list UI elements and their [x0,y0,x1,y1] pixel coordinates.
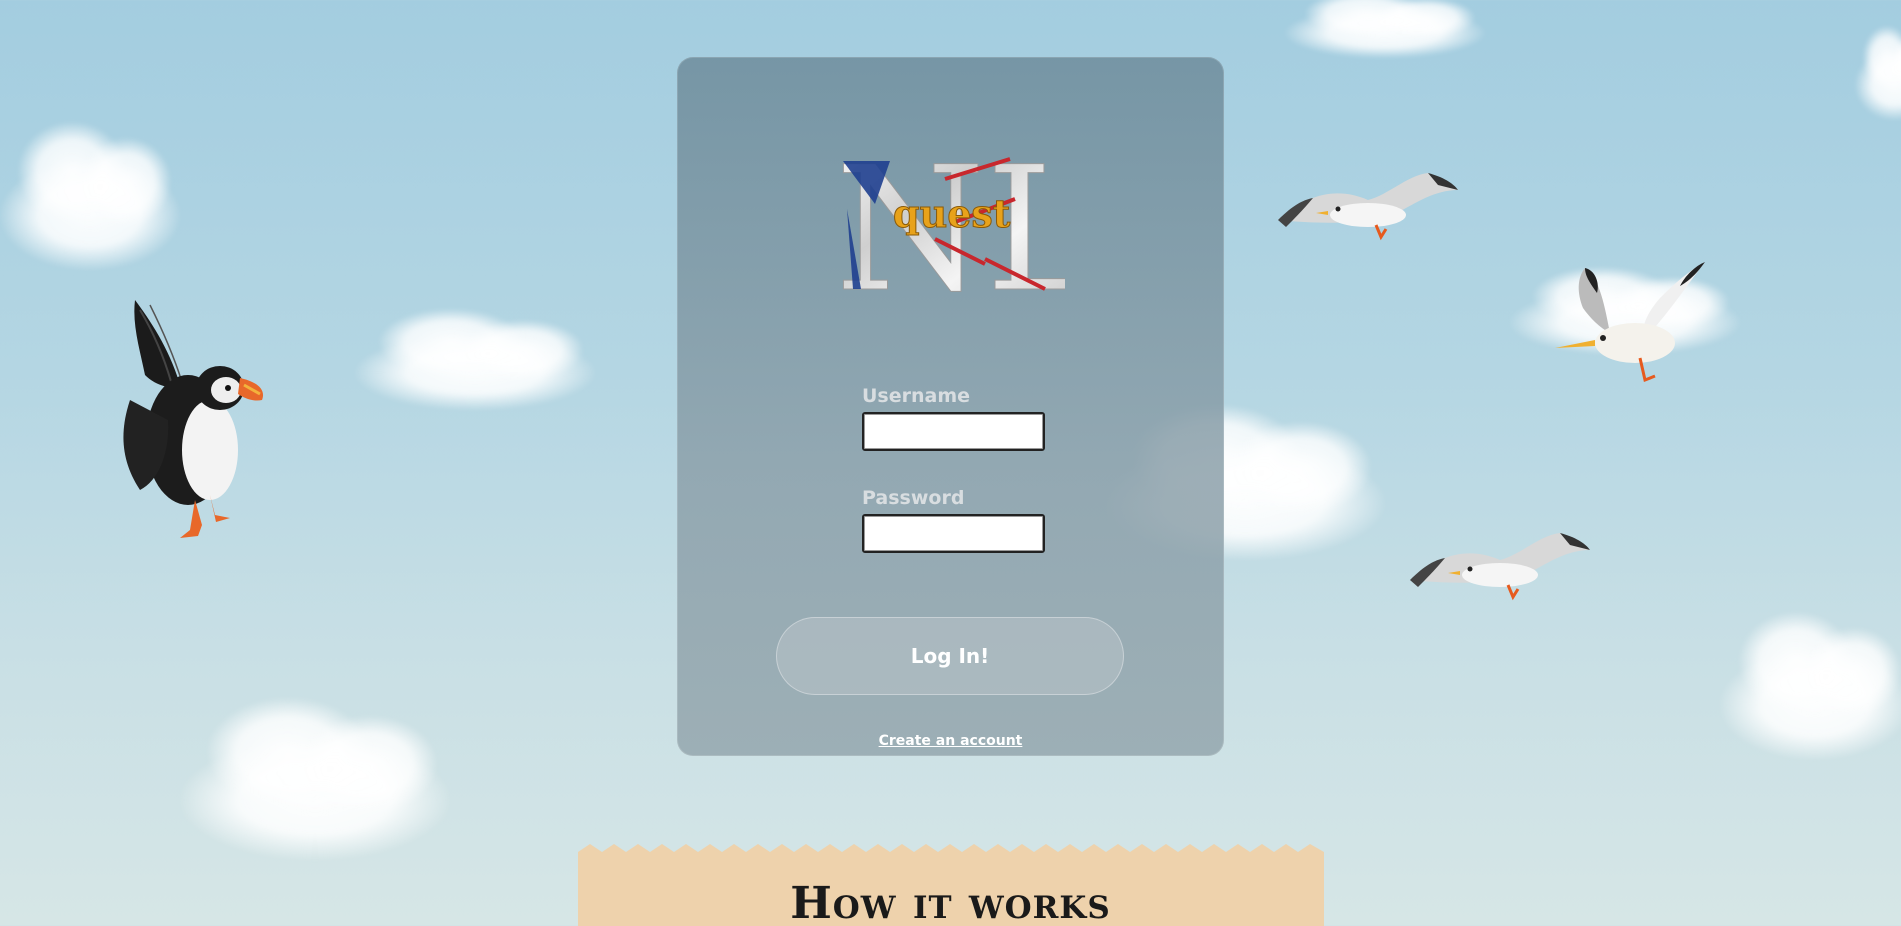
cloud-icon [0,121,180,270]
username-label: Username [862,385,971,407]
how-it-works-title: How it works [790,878,1111,926]
svg-text:quest: quest [893,191,1011,236]
login-card: NL quest Username Password Log In! Creat… [677,57,1224,756]
puffin-icon [123,300,264,538]
login-button[interactable]: Log In! [776,617,1124,695]
cloud-icon [1855,25,1901,120]
cloud-icon [355,308,595,410]
password-field[interactable] [862,514,1045,553]
cloud-icon [1720,611,1901,760]
password-label: Password [862,487,965,509]
seagull-icon [1555,262,1705,383]
seagull-icon [1278,173,1458,241]
create-account-link[interactable]: Create an account [677,733,1224,749]
logo-icon: NL quest [835,149,1065,294]
cloud-icon [1285,0,1485,58]
username-field[interactable] [862,412,1045,451]
cloud-icon [180,698,450,860]
seagull-icon [1410,533,1590,601]
